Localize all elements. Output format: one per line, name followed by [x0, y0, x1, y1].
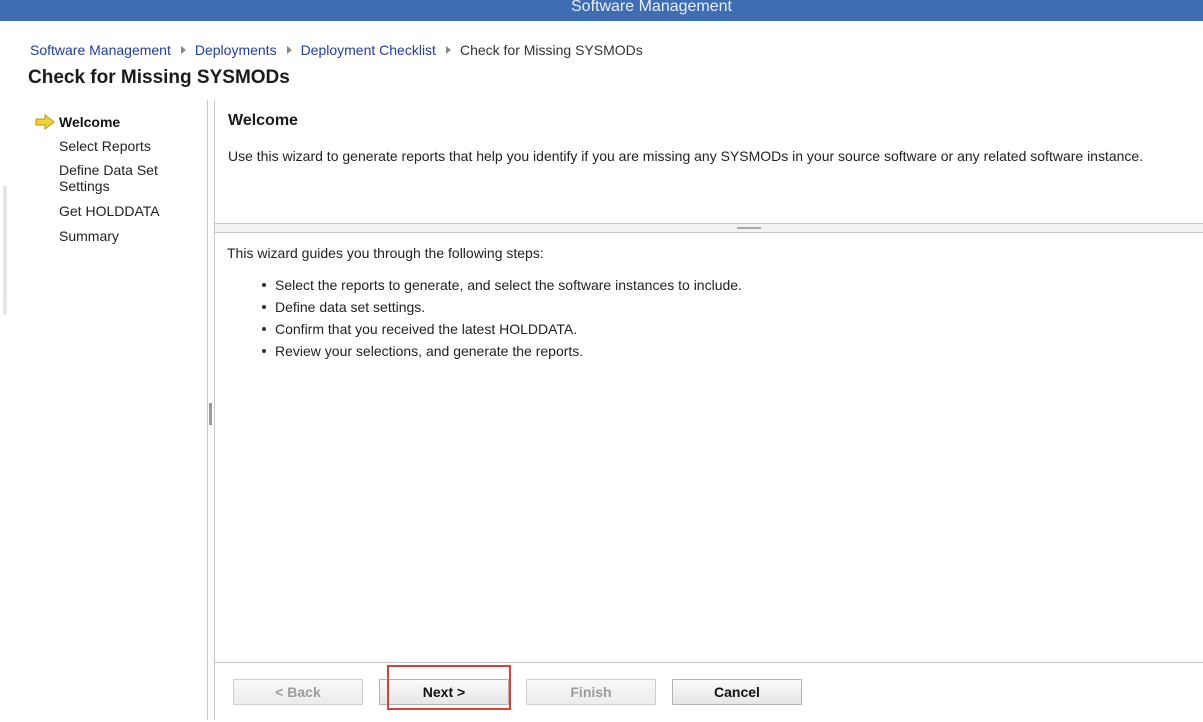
step-define-data-set-settings[interactable]: Define Data Set Settings [59, 162, 174, 194]
triangle-right-icon [445, 46, 451, 54]
step-select-reports[interactable]: Select Reports [59, 138, 199, 154]
breadcrumb-deployments[interactable]: Deployments [195, 42, 277, 58]
page-title: Check for Missing SYSMODs [28, 67, 290, 88]
breadcrumb-current: Check for Missing SYSMODs [459, 42, 643, 58]
vertical-splitter-handle[interactable] [209, 403, 212, 425]
wizard-button-bar: < Back Next > Finish Cancel [215, 662, 1203, 721]
breadcrumb-deployment-checklist[interactable]: Deployment Checklist [301, 42, 436, 58]
guide-steps-list: Select the reports to generate, and sele… [227, 274, 742, 362]
back-button[interactable]: < Back [233, 679, 363, 705]
wizard-content: Welcome Use this wizard to generate repo… [214, 100, 1203, 721]
breadcrumb-software-management[interactable]: Software Management [30, 42, 171, 58]
arrow-right-icon [35, 114, 55, 130]
step-welcome[interactable]: Welcome [59, 114, 199, 130]
wizard-steps-panel: Welcome Select Reports Define Data Set S… [12, 100, 208, 720]
triangle-right-icon [286, 46, 292, 54]
grip-icon [737, 227, 761, 229]
welcome-pane: Welcome Use this wizard to generate repo… [215, 100, 1203, 224]
finish-button[interactable]: Finish [526, 679, 656, 705]
breadcrumb: Software Management Deployments Deployme… [30, 41, 643, 59]
horizontal-splitter-handle[interactable] [215, 224, 1203, 233]
guide-pane: This wizard guides you through the follo… [215, 234, 1203, 662]
guide-intro: This wizard guides you through the follo… [227, 245, 544, 261]
cancel-button[interactable]: Cancel [672, 679, 802, 705]
window-title: Software Management [571, 0, 732, 15]
next-button[interactable]: Next > [379, 679, 509, 705]
triangle-right-icon [180, 46, 186, 54]
list-item: Define data set settings. [262, 296, 742, 318]
window-title-bar: Software Management [0, 0, 1203, 21]
left-edge-scroll-indicator [3, 185, 7, 315]
welcome-description: Use this wizard to generate reports that… [228, 148, 1144, 164]
welcome-heading: Welcome [228, 112, 298, 129]
list-item: Review your selections, and generate the… [262, 340, 742, 362]
step-summary[interactable]: Summary [59, 228, 199, 244]
list-item: Confirm that you received the latest HOL… [262, 318, 742, 340]
list-item: Select the reports to generate, and sele… [262, 274, 742, 296]
step-get-holddata[interactable]: Get HOLDDATA [59, 203, 199, 219]
